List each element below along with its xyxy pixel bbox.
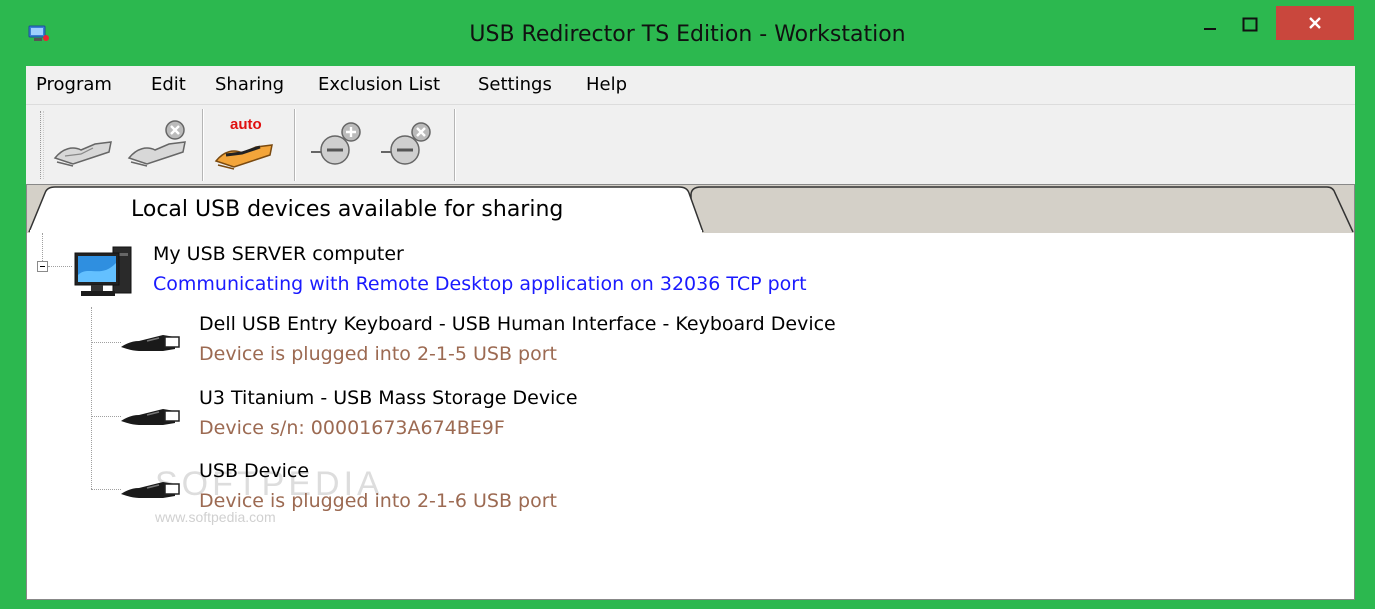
server-status: Communicating with Remote Desktop applic… [153,273,807,295]
server-name: My USB SERVER computer [153,243,404,265]
toolbar-separator [454,109,456,181]
close-icon [1309,17,1321,29]
tab-strip: Local USB devices available for sharing [27,185,1354,234]
add-exclusion-button[interactable] [304,113,374,175]
auto-share-button[interactable]: auto [210,113,280,175]
device-name[interactable]: Dell USB Entry Keyboard - USB Human Inte… [199,313,836,335]
add-exclusion-icon [311,122,361,165]
auto-label: auto [230,116,262,133]
tab-remote-usb-devices[interactable] [717,191,1317,229]
share-device-button[interactable] [48,113,118,175]
unshare-device-icon [127,120,186,167]
close-button[interactable] [1276,6,1354,40]
remove-exclusion-icon [381,122,431,165]
menu-sharing[interactable]: Sharing [215,74,284,95]
auto-share-icon: auto [214,116,273,170]
device-detail: Device is plugged into 2-1-5 USB port [199,343,557,365]
menu-settings[interactable]: Settings [478,74,552,95]
menu-bar: Program Edit Sharing Exclusion List Sett… [26,66,1355,104]
maximize-button[interactable] [1232,8,1268,42]
menu-help[interactable]: Help [586,74,627,95]
toolbar-separator [294,109,296,181]
menu-exclusion-list[interactable]: Exclusion List [318,74,440,95]
device-name[interactable]: U3 Titanium - USB Mass Storage Device [199,387,578,409]
usb-plug-icon [121,409,180,425]
title-bar[interactable]: USB Redirector TS Edition - Workstation [0,0,1375,66]
tree-line [91,342,121,343]
device-detail: Device is plugged into 2-1-6 USB port [199,490,557,512]
device-name[interactable]: USB Device [199,460,309,482]
collapse-toggle[interactable] [37,261,48,272]
device-detail: Device s/n: 00001673A674BE9F [199,417,505,439]
share-device-icon [53,141,112,167]
window-title: USB Redirector TS Edition - Workstation [469,22,906,47]
computer-icon [74,246,132,296]
tree-line [91,489,121,490]
usb-plug-icon [121,482,180,498]
tab-local-usb-devices[interactable]: Local USB devices available for sharing [131,197,563,222]
device-tree[interactable]: My USB SERVER computer Communicating wit… [27,233,1354,599]
tree-line [91,416,121,417]
menu-program[interactable]: Program [36,74,112,95]
toolbar-separator [202,109,204,181]
menu-edit[interactable]: Edit [151,74,186,95]
minimize-icon [1204,28,1216,30]
maximize-icon [1242,17,1258,32]
toolbar: auto [26,104,1355,185]
app-window: USB Redirector TS Edition - Workstation … [0,0,1375,609]
toolbar-grip[interactable] [40,111,44,179]
tree-line [42,233,43,261]
remove-exclusion-button[interactable] [374,113,444,175]
unshare-device-button[interactable] [122,113,192,175]
usb-plug-icon [121,335,180,351]
minimize-button[interactable] [1192,8,1228,42]
content-panel: Local USB devices available for sharing [26,184,1355,600]
tree-line [91,307,92,489]
tree-line [48,266,72,267]
